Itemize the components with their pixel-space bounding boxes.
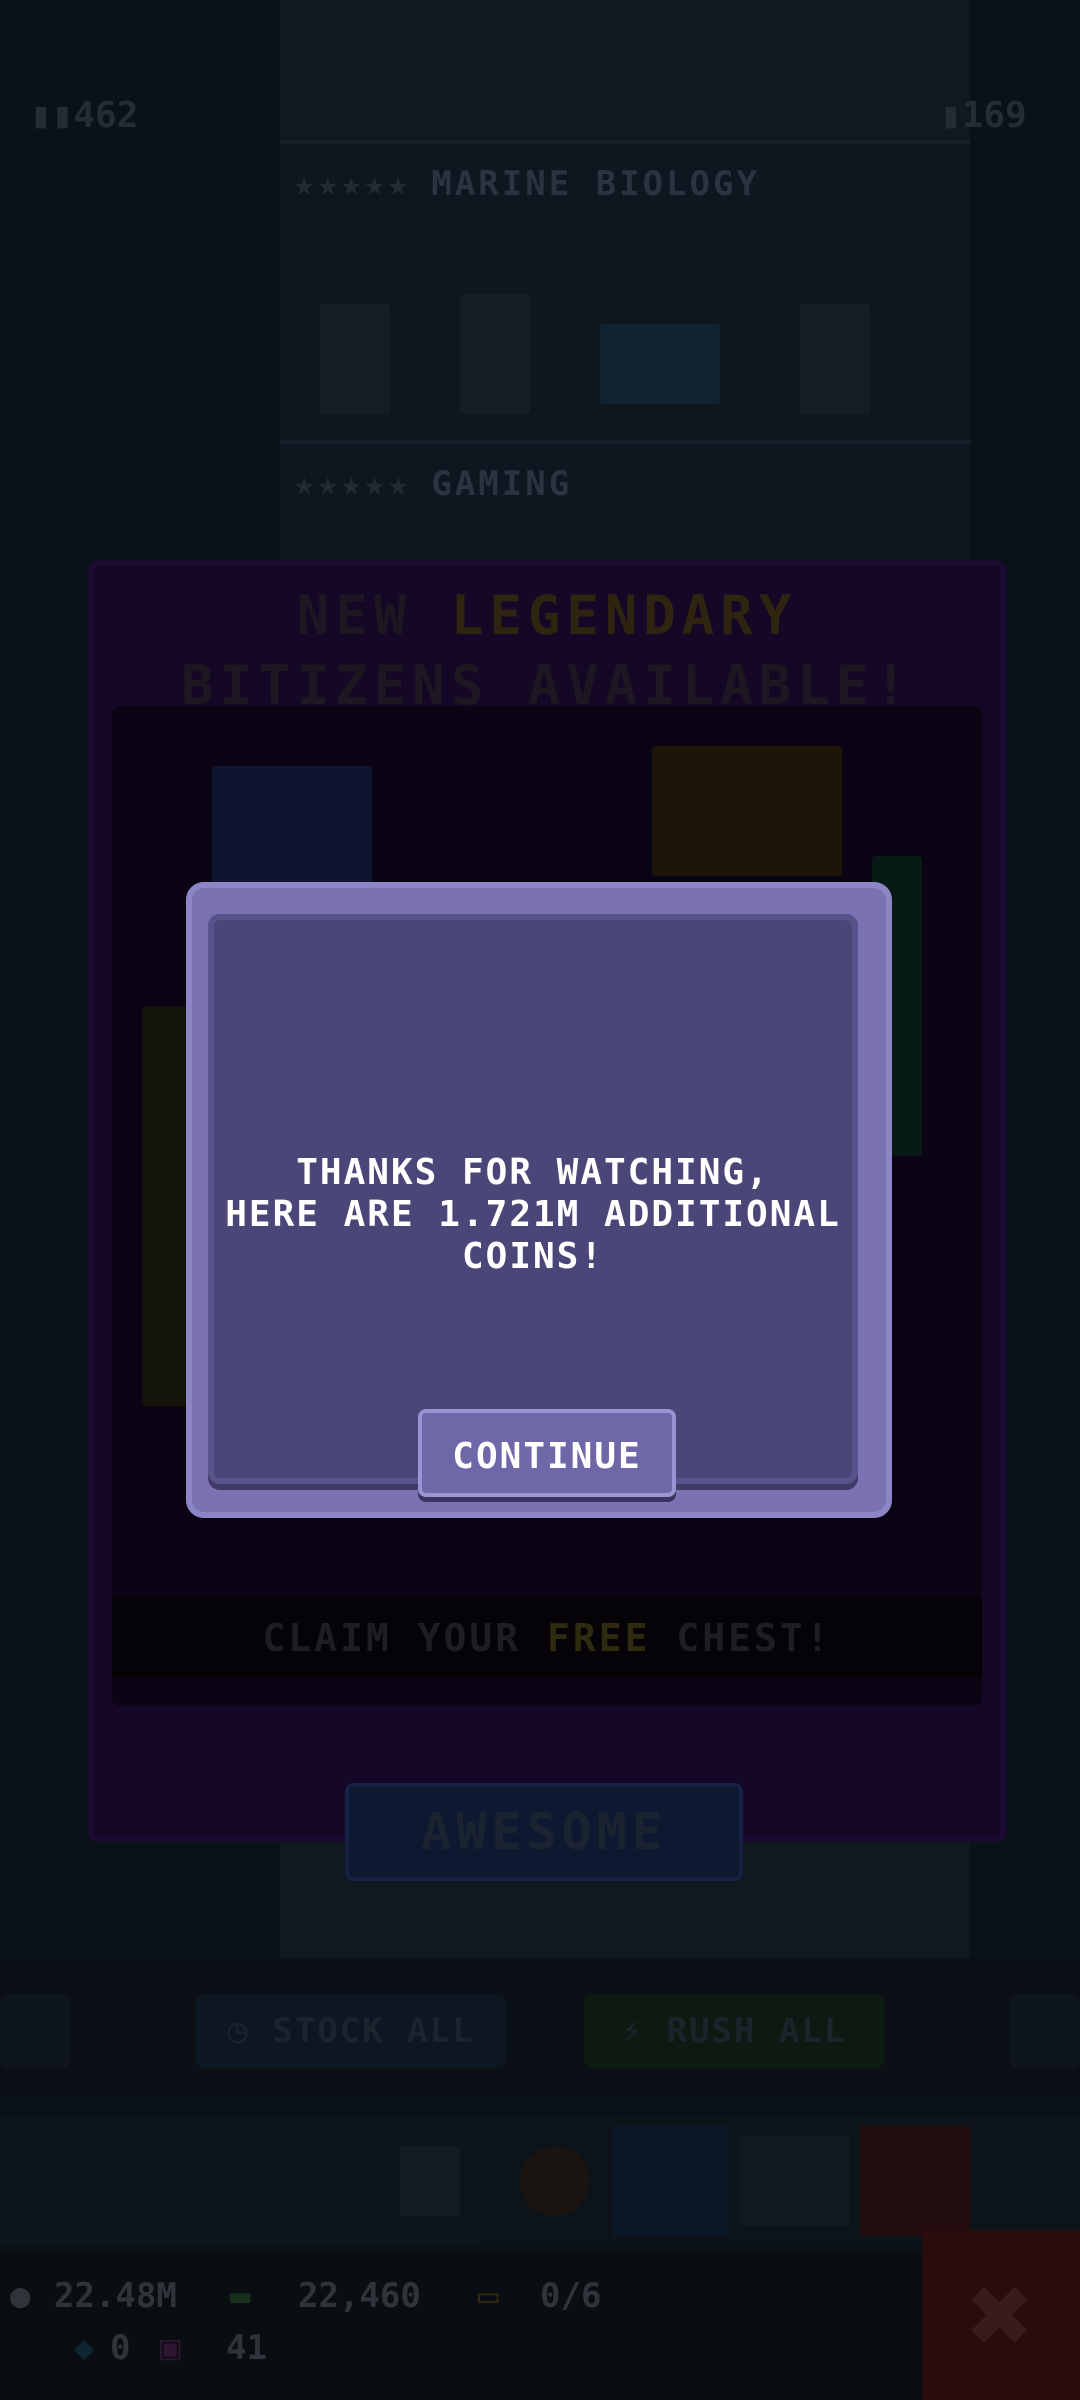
status-bar: ● 22.48M ▬ 22,460 ▭ 0/6 ◆ 0 ▣ 41	[0, 2250, 1080, 2400]
aquarium-figure	[600, 324, 720, 404]
floor-label: ★★★★★ GAMING	[294, 464, 573, 504]
close-icon[interactable]: ✖	[922, 2230, 1080, 2400]
home-button[interactable]	[1010, 1994, 1080, 2068]
elevator-up-button[interactable]	[0, 1994, 70, 2068]
bitizen-figure	[460, 294, 530, 414]
bitizen-figure	[320, 304, 390, 414]
claim-free-chest-banner[interactable]: CLAIM YOUR FREE CHEST!	[112, 1598, 982, 1678]
legendary-bitizen-figure	[652, 746, 842, 876]
gem-icon: ◆	[74, 2328, 95, 2368]
stock-all-button[interactable]: ◷ STOCK ALL	[196, 1994, 506, 2068]
floor-marine-biology[interactable]: ★★★★★ MARINE BIOLOGY	[280, 140, 970, 444]
legendary-title-line1: NEW LEGENDARY	[296, 584, 798, 647]
level-value: 41	[226, 2328, 267, 2368]
rush-all-button[interactable]: ⚡ RUSH ALL	[584, 1994, 884, 2068]
gems-value: 0	[110, 2328, 131, 2368]
reward-dialog: THANKS FOR WATCHING, HERE ARE 1.721M ADD…	[186, 882, 892, 1518]
bitizen-figure	[800, 304, 870, 414]
elevator-icon[interactable]	[860, 2126, 970, 2236]
bux-value: 22,460	[298, 2276, 421, 2316]
awesome-button[interactable]: AWESOME	[345, 1783, 743, 1881]
reward-message: THANKS FOR WATCHING, HERE ARE 1.721M ADD…	[225, 1152, 841, 1277]
level-icon: ▣	[160, 2328, 181, 2368]
bottom-nav	[0, 2116, 1080, 2246]
people-icon: ▮▮	[30, 95, 74, 136]
floor-gaming[interactable]: ★★★★★ GAMING	[280, 440, 970, 564]
right-counter: ▮169	[940, 95, 1027, 136]
continue-button[interactable]: CONTINUE	[418, 1409, 676, 1497]
bitizen-icon: ▮	[940, 95, 962, 136]
bitbook-icon[interactable]	[740, 2136, 850, 2226]
floor-label: ★★★★★ MARINE BIOLOGY	[294, 164, 760, 204]
building-icon[interactable]	[400, 2146, 460, 2216]
reward-dialog-body: THANKS FOR WATCHING, HERE ARE 1.721M ADD…	[208, 914, 858, 1497]
raffle-icon[interactable]	[612, 2126, 728, 2236]
bux-icon: ▬	[230, 2276, 251, 2316]
ticket-icon: ▭	[478, 2276, 499, 2316]
bitizen-search-icon[interactable]	[520, 2146, 590, 2216]
tickets-value: 0/6	[540, 2276, 602, 2316]
coins-value: 22.48M	[54, 2276, 177, 2316]
coin-icon: ●	[10, 2276, 31, 2316]
left-counter: ▮▮462	[30, 95, 139, 136]
legendary-bitizen-figure	[212, 766, 372, 886]
clock-icon: ◷	[227, 2011, 273, 2051]
lightning-icon: ⚡	[621, 2011, 667, 2051]
action-row: ◷ STOCK ALL ⚡ RUSH ALL	[0, 1958, 1080, 2098]
